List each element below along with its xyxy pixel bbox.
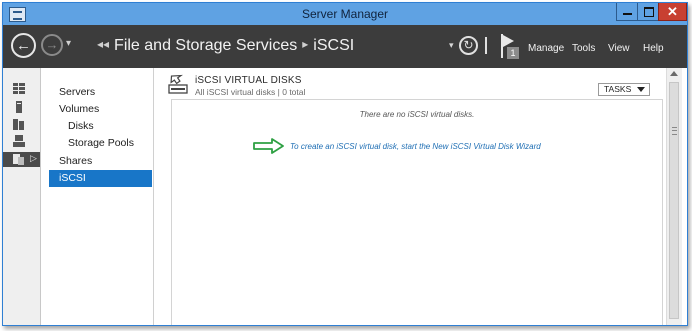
server-manager-window: Server Manager ✕ ← → ▾ ◂◂ File and Storag… [2,2,688,326]
scroll-thumb[interactable] [669,82,679,319]
notification-count-badge: 1 [507,47,519,59]
breadcrumb-separator: ▸ [302,37,309,51]
maximize-button[interactable] [637,3,659,21]
content-area: iSCSI VIRTUAL DISKS All iSCSI virtual di… [154,68,687,325]
menu-manage[interactable]: Manage [528,43,564,54]
file-services-icon[interactable] [13,153,25,165]
forward-arrow-icon[interactable]: → [41,34,63,56]
close-button[interactable]: ✕ [658,3,687,21]
sidebar-item-servers[interactable]: Servers [41,84,153,101]
icon-rail: ▷ [3,68,41,325]
sidebar-item-volumes[interactable]: Volumes [41,101,153,118]
menu-view[interactable]: View [608,43,630,54]
minimize-button[interactable] [616,3,638,21]
breadcrumb-separator: ◂◂ [97,37,110,51]
callout-arrow-icon [253,138,284,154]
flag-icon[interactable]: 1 [500,34,520,60]
title-bar: Server Manager ✕ [3,3,687,25]
chevron-down-icon [637,87,645,92]
tile-subtitle: All iSCSI virtual disks | 0 total [195,87,306,97]
toolbar-divider [485,37,487,54]
local-server-icon[interactable] [13,101,25,113]
scroll-grip-icon [672,127,677,135]
all-servers-icon[interactable] [13,118,25,130]
menu-help[interactable]: Help [643,43,664,54]
breadcrumb-item-file-storage[interactable]: File and Storage Services [114,37,297,54]
back-arrow-icon[interactable]: ← [11,33,36,58]
sidebar-item-shares[interactable]: Shares [41,153,153,170]
history-dropdown-icon[interactable]: ▾ [66,38,71,49]
menu-view-label: View [608,43,630,54]
navigation-panel: Servers Volumes Disks Storage Pools Shar… [41,68,154,325]
menu-tools-label: Tools [572,43,596,54]
menu-tools[interactable]: Tools [572,43,595,54]
empty-list-message: There are no iSCSI virtual disks. [359,110,475,119]
file-storage-icon[interactable] [13,135,25,147]
virtual-disks-list: There are no iSCSI virtual disks. To cre… [171,99,663,325]
menu-help-label: Help [643,43,664,54]
refresh-dropdown-icon[interactable]: ▾ [449,40,454,51]
refresh-icon[interactable]: ↻ [459,36,478,55]
new-iscsi-virtual-disk-wizard-link[interactable]: To create an iSCSI virtual disk, start t… [290,142,541,151]
vertical-scrollbar[interactable] [666,68,682,325]
scroll-up-icon[interactable] [670,71,678,76]
sidebar-item-iscsi[interactable]: iSCSI [49,170,152,187]
iscsi-disk-icon [168,74,188,94]
dashboard-icon[interactable] [13,83,25,95]
breadcrumb: ◂◂ File and Storage Services ▸ iSCSI [97,37,354,55]
minimize-icon [623,13,632,15]
flag-cloth [503,35,514,47]
close-icon: ✕ [667,4,678,19]
tasks-label: TASKS [604,84,632,94]
sidebar-item-storage-pools[interactable]: Storage Pools [41,135,153,152]
tasks-dropdown[interactable]: TASKS [598,83,650,96]
expand-arrow-icon[interactable]: ▷ [30,153,37,164]
window-title: Server Manager [301,7,389,21]
tile-title: iSCSI VIRTUAL DISKS [195,75,302,86]
breadcrumb-item-iscsi[interactable]: iSCSI [313,37,354,54]
menu-manage-label: Manage [528,43,565,54]
sidebar-item-disks[interactable]: Disks [41,118,153,135]
maximize-icon [644,7,654,17]
navigation-bar: ← → ▾ ◂◂ File and Storage Services ▸ iSCSI … [3,25,687,68]
